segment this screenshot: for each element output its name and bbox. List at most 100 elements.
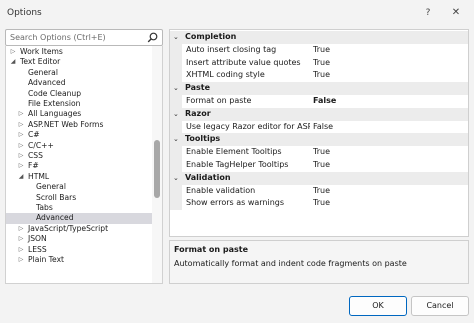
row-gutter [170,69,182,83]
cancel-button[interactable]: Cancel [411,296,469,316]
tree-item-label: JavaScript/TypeScript [28,223,109,233]
tree-item[interactable]: Scroll Bars [6,193,152,203]
expand-arrow-right-icon[interactable]: ▷ [9,47,17,57]
tree-item-label: General [28,67,58,77]
tree-item[interactable]: Tabs [6,203,152,213]
property-row[interactable]: Format on paste False [170,95,468,108]
property-value[interactable]: True [313,159,330,172]
collapse-chevron-icon[interactable]: ⌄ [173,31,179,44]
search-options-input[interactable]: Search Options (Ctrl+E) [5,29,163,46]
tree-item-label: Advanced [36,213,74,223]
tree-item[interactable]: General [6,68,152,78]
tree-item[interactable]: ▷ Work Items [6,47,152,57]
category-name: Tooltips [185,134,221,144]
category-header[interactable]: ⌄ Razor [170,107,468,121]
property-value[interactable]: True [313,57,330,70]
tree-item[interactable]: ▷ CSS [6,151,152,161]
help-button[interactable]: ? [418,4,438,22]
tree-item[interactable]: ▷ Plain Text [6,255,152,265]
tree-item-label: Tabs [36,203,53,212]
collapse-chevron-icon[interactable]: ⌄ [173,133,179,146]
expand-arrow-right-icon[interactable]: ▷ [17,161,25,171]
category-header[interactable]: ⌄ Paste [170,82,468,95]
expand-arrow-right-icon[interactable]: ▷ [17,130,25,140]
search-placeholder: Search Options (Ctrl+E) [10,33,106,42]
expand-arrow-down-icon[interactable]: ◢ [9,57,17,67]
row-gutter [170,146,182,159]
tree-item-label: F# [28,161,39,171]
collapse-chevron-icon[interactable]: ⌄ [173,172,179,185]
tree-item-label: Advanced [28,78,66,88]
collapse-chevron-icon[interactable]: ⌄ [173,82,179,95]
expand-arrow-right-icon[interactable]: ▷ [17,109,25,119]
property-value[interactable]: True [313,44,330,57]
property-row[interactable]: XHTML coding style True [170,69,468,83]
property-value[interactable]: True [313,69,330,82]
property-row[interactable]: Use legacy Razor editor for ASP.NET Core… [170,120,468,134]
search-icon[interactable] [146,31,159,44]
category-name: Validation [185,172,231,182]
tree-item[interactable]: ▷ ASP.NET Web Forms [6,120,152,130]
property-row[interactable]: Enable validation True [170,184,468,198]
tree-item-label: All Languages [28,109,82,119]
property-row[interactable]: Auto insert closing tag True [170,43,468,57]
category-header[interactable]: ⌄ Validation [170,171,468,185]
tree-item-label: Work Items [20,47,63,56]
property-value[interactable]: True [313,197,330,210]
close-button[interactable]: ✕ [446,4,466,22]
tree-item-label: General [36,182,66,192]
tree-item-label: C# [28,130,40,140]
property-row[interactable]: Enable TagHelper Tooltips True [170,159,468,172]
tree-item[interactable]: ▷ F# [6,161,152,171]
description-panel: Format on paste Automatically format and… [169,240,469,284]
tree-item[interactable]: ◢ Text Editor [6,57,152,67]
tree-item[interactable]: Advanced [6,213,152,224]
ok-button[interactable]: OK [349,296,407,316]
property-name: Enable Element Tooltips [186,147,282,157]
expand-arrow-right-icon[interactable]: ▷ [17,141,25,151]
tree-item[interactable]: Code Cleanup [6,89,152,99]
property-value[interactable]: False [313,121,333,134]
description-title: Format on paste [174,245,249,254]
row-gutter [170,120,182,134]
tree-item[interactable]: ▷ C# [6,130,152,140]
options-tree[interactable]: ▷ Plain Text ▷ LESS ▷ JSON ▷ JavaScript/TypeScr… [5,46,163,284]
tree-item[interactable]: ▷ JSON [6,234,152,244]
tree-item-label: CSS [28,151,43,160]
expand-arrow-down-icon[interactable]: ◢ [17,172,25,182]
property-row[interactable]: Insert attribute value quotes True [170,56,468,70]
expand-arrow-right-icon[interactable]: ▷ [17,120,25,130]
expand-arrow-right-icon[interactable]: ▷ [17,255,25,265]
property-name: Auto insert closing tag [186,44,277,54]
category-header[interactable]: ⌄ Tooltips [170,133,468,147]
property-value[interactable]: False [313,95,336,108]
tree-scrollbar[interactable] [152,46,162,283]
tree-item[interactable]: ◢ HTML [6,172,152,182]
expand-arrow-right-icon[interactable]: ▷ [17,224,25,234]
property-row[interactable]: Show errors as warnings True [170,197,468,211]
tree-item[interactable]: ▷ C/C++ [6,141,152,151]
expand-arrow-right-icon[interactable]: ▷ [17,234,25,244]
tree-item-label: Code Cleanup [28,88,82,98]
row-gutter [170,197,182,211]
row-gutter [170,56,182,70]
tree-item[interactable]: File Extension [6,99,152,109]
tree-item[interactable]: ▷ JavaScript/TypeScript [6,224,152,234]
tree-item[interactable]: Advanced [6,78,152,88]
property-row[interactable]: Enable Element Tooltips True [170,146,468,159]
tree-item-label: ASP.NET Web Forms [28,119,104,129]
property-value[interactable]: True [313,185,330,198]
tree-item[interactable]: ▷ All Languages [6,109,152,119]
tree-item[interactable]: ▷ LESS [6,245,152,255]
collapse-chevron-icon[interactable]: ⌄ [173,108,179,121]
tree-item-label: File Extension [28,99,81,108]
expand-arrow-right-icon[interactable]: ▷ [17,151,25,161]
property-name: XHTML coding style [186,70,265,80]
tree-item[interactable]: General [6,182,152,192]
property-grid[interactable]: ⌄ Completion Auto insert closing tag True In… [169,29,469,237]
category-header[interactable]: ⌄ Completion [170,31,468,44]
property-value[interactable]: True [313,146,330,159]
tree-scroll-thumb[interactable] [154,140,160,198]
expand-arrow-right-icon[interactable]: ▷ [17,245,25,255]
property-name: Enable TagHelper Tooltips [186,160,289,169]
